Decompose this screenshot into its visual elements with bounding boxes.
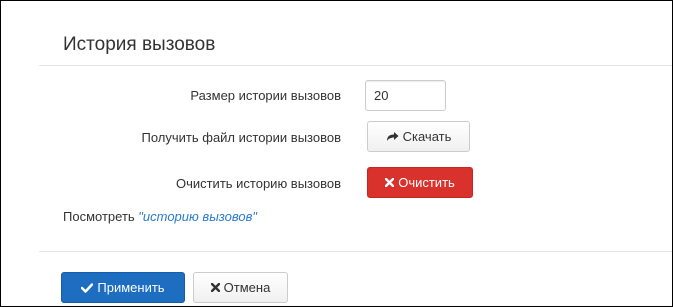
check-icon	[81, 282, 94, 293]
close-icon	[385, 178, 395, 187]
clear-button[interactable]: Очистить	[367, 167, 473, 198]
download-label: Получить файл истории вызовов	[141, 130, 342, 145]
apply-button[interactable]: Применить	[61, 272, 185, 303]
clear-label: Очистить историю вызовов	[175, 176, 341, 191]
cancel-button[interactable]: Отмена	[193, 272, 288, 303]
history-size-label: Размер истории вызовов	[190, 88, 341, 103]
clear-button-label: Очистить	[398, 175, 455, 190]
download-button-label: Скачать	[402, 129, 452, 144]
call-history-panel: История вызовов Размер истории вызовов П…	[0, 0, 673, 307]
section-title: История вызовов	[63, 34, 216, 55]
apply-button-label: Применить	[97, 280, 165, 295]
history-size-input[interactable]	[365, 80, 446, 111]
cancel-button-label: Отмена	[223, 280, 271, 295]
view-prefix: Посмотреть	[63, 209, 135, 224]
view-history-line: Посмотреть "историю вызовов"	[63, 209, 257, 224]
download-button[interactable]: Скачать	[367, 121, 470, 152]
close-icon	[210, 283, 220, 292]
footer-divider	[39, 251, 672, 252]
title-divider	[39, 65, 672, 66]
view-history-link[interactable]: "историю вызовов"	[138, 209, 257, 224]
share-arrow-icon	[386, 131, 399, 142]
